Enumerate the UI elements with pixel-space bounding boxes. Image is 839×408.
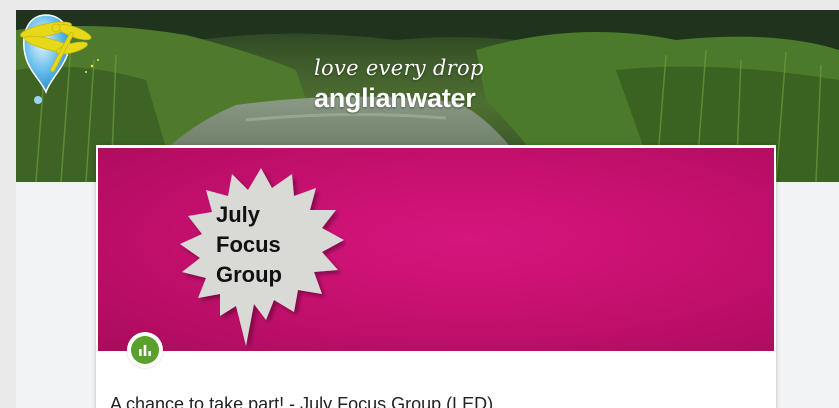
poll-badge-circle (131, 336, 159, 364)
dragonfly-icon (20, 21, 99, 73)
poll-badge (127, 332, 163, 368)
focus-group-card[interactable]: July Focus Group A chance to take part! … (96, 145, 776, 408)
image-headline-line: Group (216, 262, 282, 287)
card-image: July Focus Group (98, 148, 774, 351)
image-headline-line: July (216, 202, 261, 227)
image-headline: July Focus Group (216, 200, 336, 290)
image-headline-line: Focus (216, 232, 281, 257)
slogan-text: love every drop (314, 56, 484, 80)
app-frame: love every drop anglianwater July Focus … (0, 0, 839, 408)
poll-chart-icon (139, 345, 151, 356)
brand-name: anglianwater (314, 83, 476, 113)
page: love every drop anglianwater July Focus … (16, 10, 839, 408)
card-title[interactable]: A chance to take part! - July Focus Grou… (110, 394, 493, 408)
